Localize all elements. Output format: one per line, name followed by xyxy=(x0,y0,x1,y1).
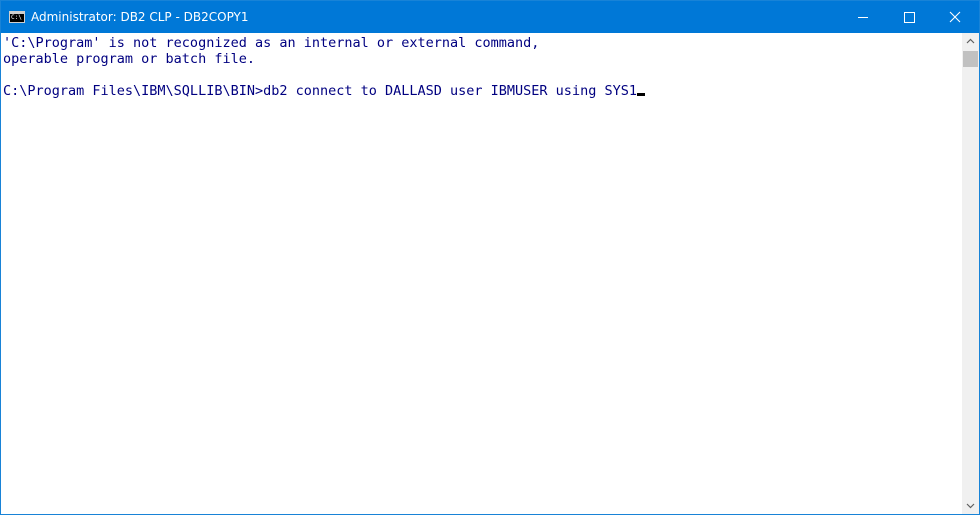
scroll-up-button[interactable] xyxy=(962,33,979,50)
console-line: 'C:\Program' is not recognized as an int… xyxy=(3,35,540,51)
close-button[interactable] xyxy=(932,1,978,33)
chevron-down-icon xyxy=(966,503,975,509)
icon-glyph: C:\ xyxy=(11,14,22,21)
chevron-up-icon xyxy=(966,38,975,44)
console-line: operable program or batch file. xyxy=(3,51,255,67)
text-cursor xyxy=(636,93,645,96)
command-prompt-icon[interactable]: C:\ xyxy=(9,11,25,23)
scroll-thumb[interactable] xyxy=(963,51,978,67)
scroll-down-button[interactable] xyxy=(962,497,979,514)
window-title: Administrator: DB2 CLP - DB2COPY1 xyxy=(31,10,249,24)
minimize-icon xyxy=(858,17,868,18)
title-bar[interactable]: C:\ Administrator: DB2 CLP - DB2COPY1 xyxy=(1,1,979,33)
close-icon xyxy=(949,11,961,23)
vertical-scrollbar[interactable] xyxy=(962,33,979,514)
command-prompt-line[interactable]: C:\Program Files\IBM\SQLLIB\BIN>db2 conn… xyxy=(3,83,645,99)
console-output[interactable]: 'C:\Program' is not recognized as an int… xyxy=(1,33,962,514)
maximize-button[interactable] xyxy=(886,1,932,33)
maximize-icon xyxy=(904,12,915,23)
console-window: C:\ Administrator: DB2 CLP - DB2COPY1 'C… xyxy=(0,0,980,515)
minimize-button[interactable] xyxy=(840,1,886,33)
command-line-text: C:\Program Files\IBM\SQLLIB\BIN>db2 conn… xyxy=(3,83,637,99)
